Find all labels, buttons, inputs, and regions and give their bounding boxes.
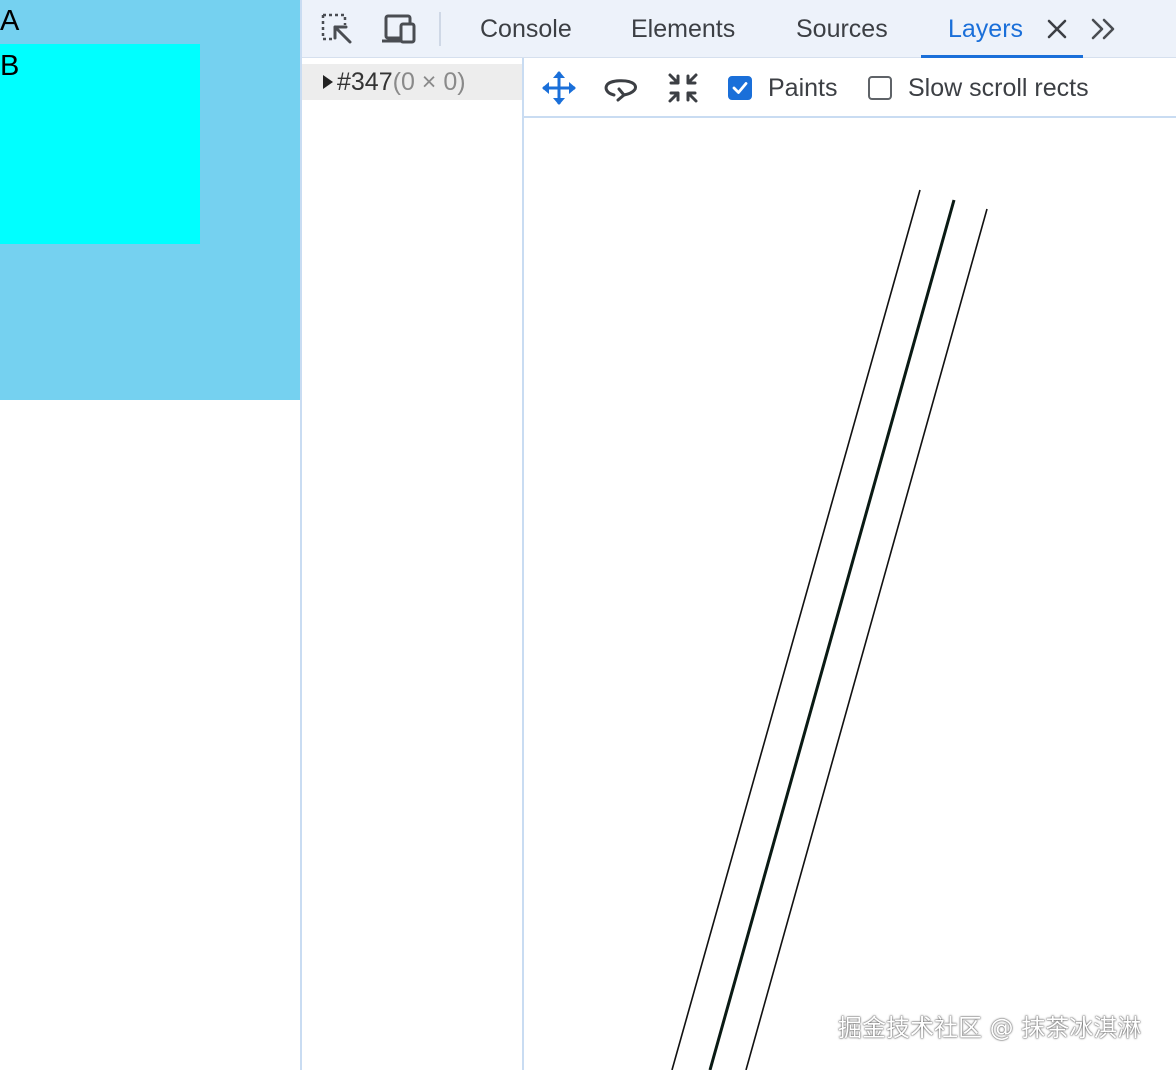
- tab-layers[interactable]: Layers: [948, 0, 1023, 58]
- rotate-mode-icon[interactable]: [602, 69, 640, 107]
- layer-edge-line: [671, 189, 921, 1070]
- layer-tree-item[interactable]: #347 (0 × 0): [302, 64, 522, 100]
- expand-arrow-icon[interactable]: [323, 75, 333, 89]
- layer-tree: #347 (0 × 0): [302, 58, 524, 1070]
- layer-size: (0 × 0): [392, 67, 466, 96]
- devtools-panel: Console Elements Sources Layers #347 (0 …: [300, 0, 1176, 1070]
- paints-label[interactable]: Paints: [768, 69, 837, 107]
- chevron-double-right-icon[interactable]: [1086, 12, 1122, 46]
- box-b-label: B: [0, 50, 20, 82]
- devtools-tabbar: Console Elements Sources Layers: [302, 0, 1176, 58]
- layers-viewer-toolbar: Paints Slow scroll rects: [524, 58, 1176, 118]
- layer-edge-line: [745, 208, 988, 1070]
- layer-edge-line: [708, 199, 956, 1070]
- paints-checkbox[interactable]: [728, 76, 752, 100]
- box-a-label: A: [0, 5, 20, 37]
- slow-scroll-rects-label[interactable]: Slow scroll rects: [908, 69, 1089, 107]
- watermark: 掘金技术社区 @ 抹茶冰淇淋: [838, 1014, 1142, 1042]
- screen: A B Console Elements Sources Layers #347…: [0, 0, 1176, 1070]
- slow-scroll-rects-checkbox[interactable]: [868, 76, 892, 100]
- layer-id: #347: [337, 67, 393, 96]
- close-icon[interactable]: [1042, 14, 1072, 44]
- device-toolbar-icon[interactable]: [380, 10, 418, 48]
- box-a: A B: [0, 0, 300, 400]
- tab-elements[interactable]: Elements: [631, 0, 735, 58]
- toolbar-separator: [439, 12, 441, 46]
- box-b: B: [0, 44, 200, 244]
- tab-sources[interactable]: Sources: [796, 0, 888, 58]
- tab-console[interactable]: Console: [480, 0, 572, 58]
- rendered-page: A B: [0, 0, 300, 1070]
- inspect-element-icon[interactable]: [318, 10, 356, 48]
- layers-3d-canvas[interactable]: [524, 118, 1176, 1070]
- layers-viewer: Paints Slow scroll rects: [524, 58, 1176, 1070]
- pan-mode-icon[interactable]: [540, 69, 578, 107]
- reset-transform-icon[interactable]: [664, 69, 702, 107]
